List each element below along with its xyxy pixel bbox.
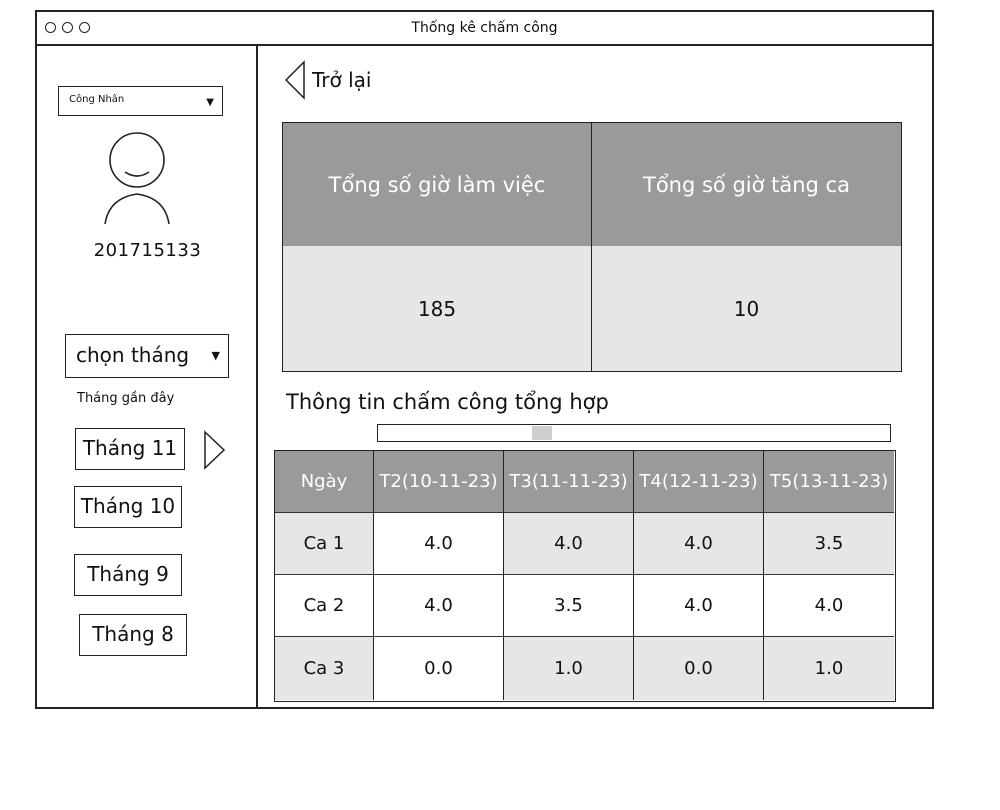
table-header-cell: T4(12-11-23) <box>634 451 764 513</box>
table-cell: Ca 1 <box>275 513 374 575</box>
section-title: Thông tin chấm công tổng hợp <box>286 390 609 414</box>
table-cell: Ca 3 <box>275 637 374 700</box>
scrollbar-thumb[interactable] <box>532 426 552 440</box>
chevron-down-icon: ▼ <box>211 349 220 362</box>
table-cell: Ca 2 <box>275 575 374 637</box>
table-cell: 1.0 <box>764 637 894 700</box>
summary-header-overtime: Tổng số giờ tăng ca <box>592 123 901 246</box>
chevron-right-icon[interactable] <box>203 430 227 470</box>
summary-value-overtime: 10 <box>592 246 901 371</box>
table-header-cell: Ngày <box>275 451 374 513</box>
role-select-value: Công Nhân <box>69 94 125 105</box>
summary-header-work-hours: Tổng số giờ làm việc <box>283 123 592 246</box>
table-header-cell: T5(13-11-23) <box>764 451 894 513</box>
back-button[interactable]: Trở lại <box>284 60 371 100</box>
table-cell: 0.0 <box>634 637 764 700</box>
month-button-11[interactable]: Tháng 11 <box>75 428 185 470</box>
table-cell: 4.0 <box>764 575 894 637</box>
title-bar: Thống kê chấm công <box>37 12 932 46</box>
attendance-table: Ngày T2(10-11-23) T3(11-11-23) T4(12-11-… <box>274 450 896 702</box>
table-header-cell: T3(11-11-23) <box>504 451 634 513</box>
app-window: Thống kê chấm công Công Nhân ▼ 201715133… <box>35 10 934 709</box>
table-cell: 3.5 <box>764 513 894 575</box>
table-cell: 4.0 <box>634 513 764 575</box>
table-cell: 1.0 <box>504 637 634 700</box>
month-button-8[interactable]: Tháng 8 <box>79 614 187 656</box>
main-content: Trở lại Tổng số giờ làm việc Tổng số giờ… <box>258 46 932 707</box>
horizontal-scrollbar[interactable] <box>377 424 891 442</box>
table-cell: 4.0 <box>634 575 764 637</box>
chevron-left-icon <box>284 60 305 100</box>
window-title: Thống kê chấm công <box>411 20 558 36</box>
table-cell: 4.0 <box>504 513 634 575</box>
table-cell: 4.0 <box>374 513 504 575</box>
table-header-cell: T2(10-11-23) <box>374 451 504 513</box>
role-select[interactable]: Công Nhân ▼ <box>58 86 223 116</box>
month-select[interactable]: chọn tháng ▼ <box>65 334 229 378</box>
summary-table: Tổng số giờ làm việc Tổng số giờ tăng ca… <box>282 122 902 372</box>
month-select-label: chọn tháng <box>76 343 190 367</box>
table-cell: 0.0 <box>374 637 504 700</box>
user-avatar-icon <box>104 132 170 225</box>
chevron-down-icon: ▼ <box>206 97 214 108</box>
month-button-10[interactable]: Tháng 10 <box>74 486 182 528</box>
sidebar: Công Nhân ▼ 201715133 chọn tháng ▼ Tháng… <box>37 46 258 707</box>
employee-id: 201715133 <box>93 240 202 261</box>
recent-months-label: Tháng gần đây <box>77 391 175 406</box>
month-button-9[interactable]: Tháng 9 <box>74 554 182 596</box>
summary-value-work-hours: 185 <box>283 246 592 371</box>
table-cell: 4.0 <box>374 575 504 637</box>
table-cell: 3.5 <box>504 575 634 637</box>
back-label: Trở lại <box>312 68 372 92</box>
